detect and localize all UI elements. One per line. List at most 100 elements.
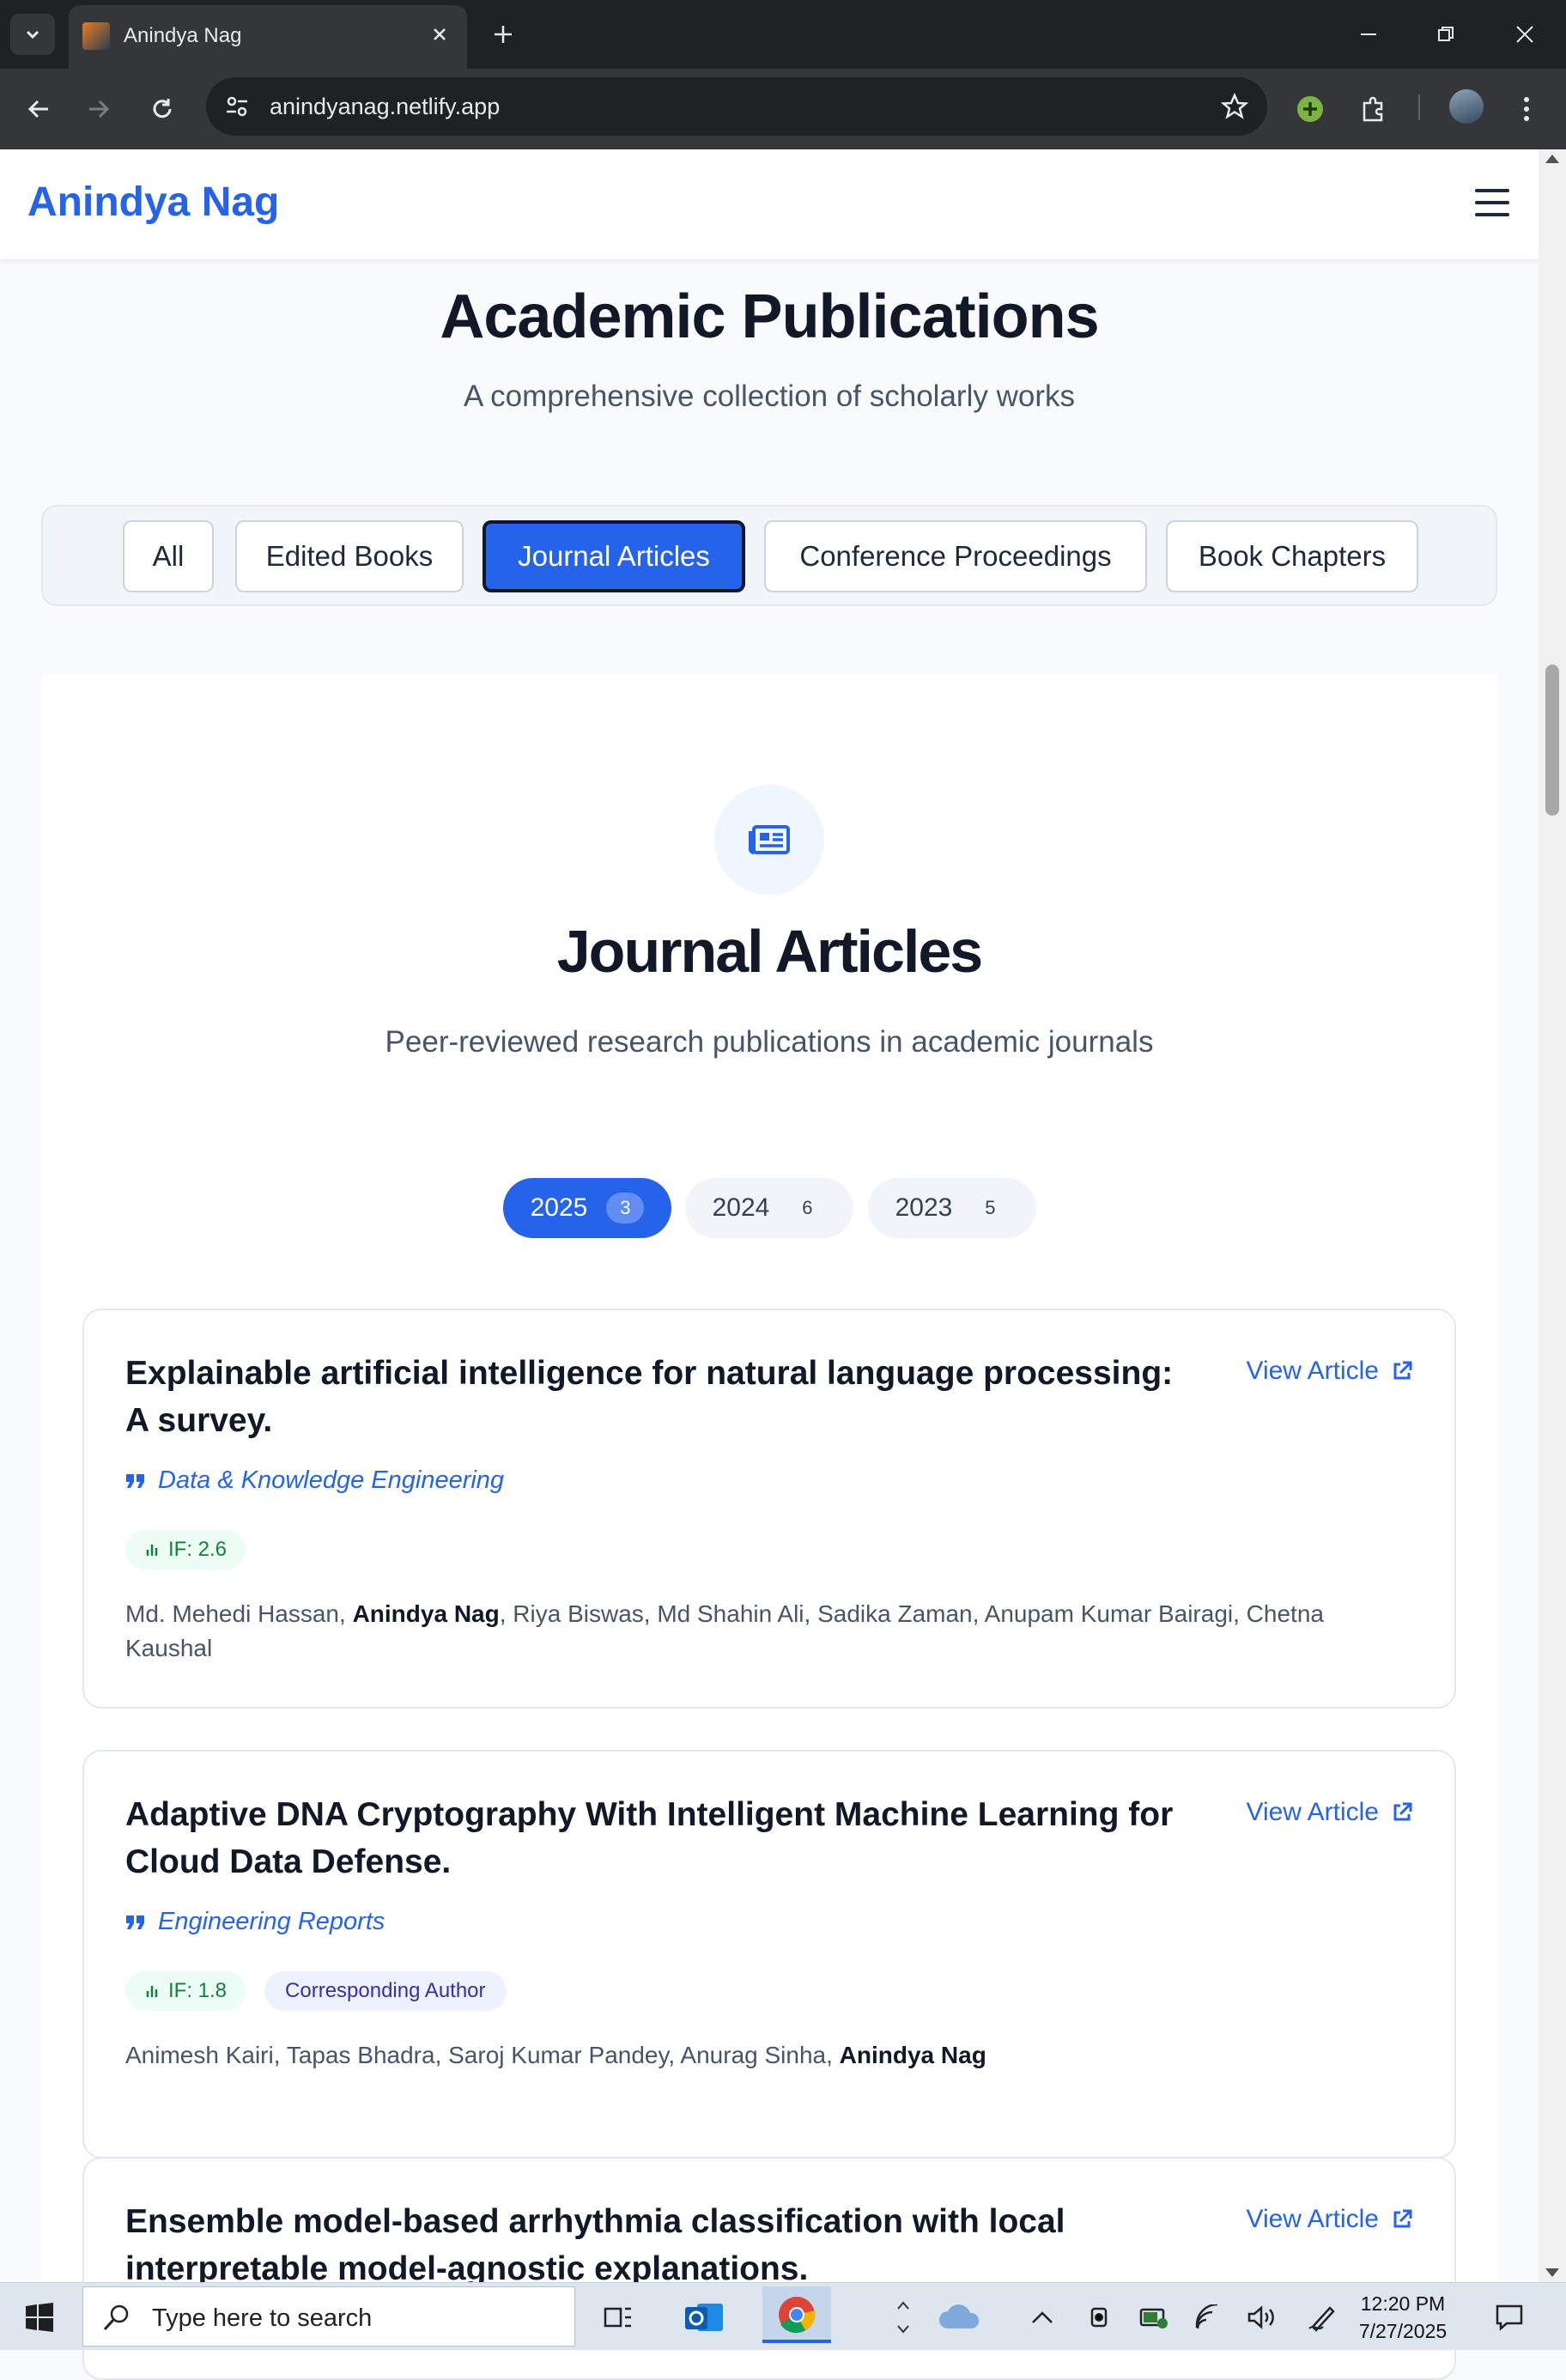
reload-icon [153, 99, 172, 118]
quote-icon [126, 1915, 144, 1929]
publication-card: Adaptive DNA Cryptography With Intellige… [82, 1750, 1456, 2158]
publication-badges: IF: 1.8 Corresponding Author [125, 1971, 507, 2011]
scroll-up-arrow-icon[interactable] [1545, 155, 1559, 163]
year-tab-2024[interactable]: 2024 6 [685, 1178, 853, 1238]
new-tab-button[interactable] [484, 15, 522, 53]
site-logo[interactable]: Anindya Nag [27, 179, 279, 226]
toolbar-divider [1418, 94, 1420, 120]
journal-label: Engineering Reports [158, 1908, 385, 1935]
author-list: Md. Mehedi Hassan, Anindya Nag, Riya Bis… [125, 1597, 1370, 1666]
onedrive-cloud-icon[interactable] [936, 2293, 984, 2341]
impact-factor-text: IF: 1.8 [168, 1979, 228, 2002]
year-tab-2023[interactable]: 2023 5 [868, 1178, 1036, 1238]
author-list: Animesh Kairi, Tapas Bhadra, Saroj Kumar… [125, 2038, 1370, 2073]
publication-title: Explainable artificial intelligence for … [125, 1355, 1174, 1439]
scrollbar-thumb[interactable] [1545, 665, 1559, 816]
tab-search-button[interactable] [10, 14, 55, 55]
filter-edited-books-button[interactable]: Edited Books [235, 520, 464, 592]
meeting-camera-icon[interactable] [1075, 2293, 1123, 2341]
search-icon [103, 2304, 129, 2331]
extensions-puzzle-icon[interactable] [1353, 88, 1394, 131]
extension-plus-icon[interactable] [1290, 88, 1331, 131]
corresponding-author-badge: Corresponding Author [264, 1971, 507, 2011]
browser-toolbar: anindyanag.netlify.app [0, 69, 1566, 149]
show-hidden-icons-chevron-icon[interactable] [1018, 2293, 1066, 2341]
year-label: 2024 [712, 1193, 770, 1222]
wifi-icon[interactable] [1185, 2293, 1233, 2341]
publication-title: Adaptive DNA Cryptography With Intellige… [125, 1796, 1174, 1880]
newspaper-icon [749, 825, 790, 854]
taskbar-search-box[interactable]: Type here to search [82, 2286, 575, 2347]
journal-label: Data & Knowledge Engineering [158, 1466, 505, 1494]
section-icon-circle [714, 785, 824, 895]
site-favicon-icon [82, 22, 110, 50]
task-view-icon[interactable] [594, 2293, 642, 2341]
minimize-icon [1361, 33, 1376, 35]
journal-articles-section: Journal Articles Peer-reviewed research … [41, 675, 1497, 2380]
pen-ink-icon[interactable] [1298, 2293, 1346, 2341]
volume-icon[interactable] [1238, 2293, 1286, 2341]
authors-before: Animesh Kairi, Tapas Bhadra, Saroj Kumar… [125, 2042, 840, 2068]
bookmark-star-icon[interactable] [1217, 89, 1252, 124]
close-window-button[interactable] [1499, 14, 1551, 55]
windows-start-icon[interactable] [15, 2293, 64, 2341]
restore-icon [1438, 27, 1454, 41]
site-info-icon[interactable] [220, 89, 254, 124]
clock-date: 7/27/2025 [1358, 2320, 1448, 2342]
back-button[interactable] [17, 88, 60, 131]
restore-button[interactable] [1420, 14, 1472, 55]
filter-all-button[interactable]: All [123, 520, 214, 592]
battery-charging-icon[interactable] [1130, 2293, 1178, 2341]
chrome-menu-button[interactable] [1506, 88, 1547, 131]
reload-button[interactable] [141, 88, 184, 131]
page-title: Academic Publications [440, 282, 1099, 351]
view-article-link[interactable]: View Article [1246, 1357, 1413, 1386]
minimize-button[interactable] [1343, 14, 1394, 55]
quote-icon [126, 1473, 144, 1488]
filter-conference-proceedings-button[interactable]: Conference Proceedings [764, 520, 1147, 592]
external-link-icon [1393, 1802, 1412, 1821]
close-icon [434, 28, 446, 40]
publication-badges: IF: 2.6 [125, 1530, 246, 1569]
more-vertical-icon [1524, 97, 1529, 121]
year-count-badge: 6 [802, 1197, 813, 1218]
authors-before: Md. Mehedi Hassan, [125, 1600, 353, 1627]
impact-factor-text: IF: 2.6 [168, 1538, 228, 1561]
publication-title: Ensemble model-based arrhythmia classifi… [125, 2203, 1065, 2287]
year-tab-2025[interactable]: 2025 3 [503, 1178, 671, 1238]
forward-button[interactable] [77, 88, 120, 131]
chrome-app-icon[interactable] [762, 2286, 831, 2343]
system-clock[interactable]: 12:20 PM 7/27/2025 [1353, 2290, 1453, 2345]
scroll-down-arrow-icon[interactable] [1545, 2268, 1559, 2277]
hamburger-menu-icon[interactable] [1472, 182, 1513, 223]
impact-factor-badge: IF: 2.6 [125, 1530, 246, 1569]
view-article-label: View Article [1246, 1798, 1379, 1826]
year-label: 2025 [530, 1193, 588, 1222]
page-scrollbar[interactable] [1539, 149, 1566, 2282]
year-count-badge: 5 [985, 1197, 996, 1218]
chevron-down-icon [26, 30, 39, 39]
browser-tab[interactable]: Anindya Nag [69, 5, 467, 69]
filter-book-chapters-button[interactable]: Book Chapters [1166, 520, 1418, 592]
tab-close-button[interactable] [424, 19, 455, 50]
highlighted-author: Anindya Nag [839, 2042, 986, 2068]
section-description: Peer-reviewed research publications in a… [385, 1025, 1154, 1059]
filter-journal-articles-button[interactable]: Journal Articles [483, 520, 745, 592]
section-title: Journal Articles [556, 918, 983, 985]
clock-time: 12:20 PM [1360, 2292, 1446, 2315]
external-link-icon [1393, 1361, 1412, 1380]
browser-tab-strip: Anindya Nag [0, 0, 1566, 69]
year-label: 2023 [895, 1193, 953, 1222]
url-text[interactable]: anindyanag.netlify.app [270, 94, 500, 120]
arrow-right-icon [89, 100, 110, 118]
highlighted-author: Anindya Nag [352, 1600, 500, 1627]
tab-title: Anindya Nag [124, 24, 242, 47]
outlook-app-icon[interactable] [680, 2293, 728, 2341]
taskbar-scroll-arrows-icon[interactable] [889, 2293, 917, 2341]
address-bar[interactable]: anindyanag.netlify.app [206, 77, 1267, 136]
windows-taskbar: Type here to search 12:20 PM 7/27/2025 [0, 2282, 1566, 2350]
profile-avatar[interactable] [1449, 89, 1484, 124]
view-article-link[interactable]: View Article [1246, 1798, 1413, 1827]
view-article-link[interactable]: View Article [1246, 2205, 1413, 2234]
notifications-icon[interactable] [1485, 2293, 1533, 2341]
